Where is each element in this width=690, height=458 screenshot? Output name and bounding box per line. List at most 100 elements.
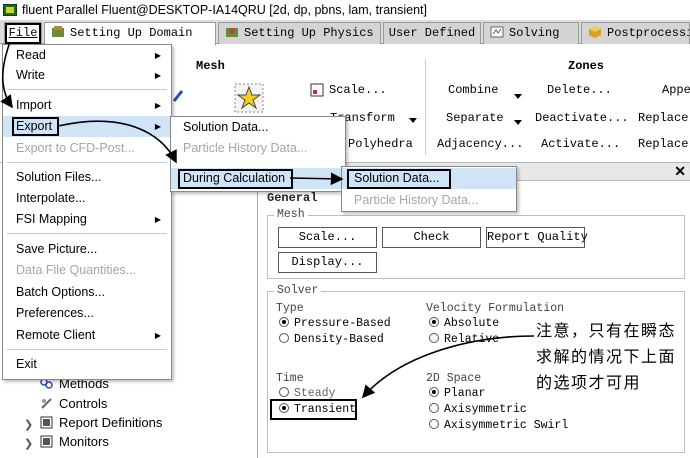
submenu-arrow-icon: ▶ xyxy=(154,215,161,224)
tree-item-report-definitions[interactable]: Report Definitions xyxy=(40,415,162,433)
replace-button[interactable]: Replace xyxy=(638,111,688,125)
menu-item-save-picture[interactable]: Save Picture... xyxy=(3,239,171,260)
mesh-star-icon[interactable] xyxy=(234,83,264,113)
mesh-legend: Mesh xyxy=(274,208,308,221)
radio-dot xyxy=(279,387,289,397)
adjacency-button[interactable]: Adjacency... xyxy=(437,137,523,151)
fluent-app-icon xyxy=(3,4,17,16)
menu-separator xyxy=(7,349,167,350)
combine-dropdown-arrow[interactable] xyxy=(514,94,522,99)
menu-item-read[interactable]: Read ▶ xyxy=(3,45,171,66)
radio-dot xyxy=(279,333,289,343)
2d-space-label: 2D Space xyxy=(426,372,482,385)
pressure-based-radio[interactable]: Pressure-Based xyxy=(279,317,391,330)
menu-item-label: Batch Options... xyxy=(16,285,105,299)
menu-separator xyxy=(7,89,167,90)
export-particle-history-data[interactable]: Particle History Data... xyxy=(171,138,345,159)
tree-item-controls[interactable]: Controls xyxy=(40,396,107,414)
tree-item-monitors[interactable]: Monitors xyxy=(40,434,109,452)
submenu-arrow-icon: ▶ xyxy=(154,51,161,60)
report-quality-button[interactable]: Report Quality xyxy=(486,227,588,248)
transform-dropdown-arrow[interactable] xyxy=(409,118,417,123)
radio-dot xyxy=(429,317,439,327)
expand-caret-icon[interactable]: ❯ xyxy=(24,418,33,431)
postprocessing-icon xyxy=(589,26,601,38)
menu-item-interpolate[interactable]: Interpolate... xyxy=(3,188,171,209)
menu-item-label: Save Picture... xyxy=(16,242,98,256)
close-icon[interactable]: ✕ xyxy=(674,163,686,180)
menu-item-write[interactable]: Write ▶ xyxy=(3,65,171,86)
menu-item-export-to-cfd-post[interactable]: Export to CFD-Post... xyxy=(3,138,171,159)
radio-label: Absolute xyxy=(444,317,500,330)
tab-label: Setting Up Domain xyxy=(70,26,193,40)
tab-setting-up-domain[interactable]: Setting Up Domain xyxy=(44,22,216,45)
ribbon-tab-bar: File Setting Up Domain Setting Up Physic… xyxy=(0,20,690,45)
replace-button-2[interactable]: Replace xyxy=(638,137,688,151)
submenu-arrow-icon: ▶ xyxy=(154,122,161,131)
menu-item-exit[interactable]: Exit xyxy=(3,354,171,375)
export-highlight-box xyxy=(12,117,59,136)
controls-icon xyxy=(41,398,52,409)
append-button[interactable]: Appe xyxy=(662,83,690,97)
transient-highlight-box xyxy=(270,399,357,420)
menu-item-batch-options[interactable]: Batch Options... xyxy=(3,282,171,303)
export-solution-data[interactable]: Solution Data... xyxy=(171,117,345,138)
tab-solving[interactable]: Solving xyxy=(483,22,579,44)
expand-caret-icon[interactable]: ❯ xyxy=(24,437,33,450)
menu-item-label: Solution Files... xyxy=(16,170,102,184)
type-label: Type xyxy=(276,302,304,315)
menu-item-label: Interpolate... xyxy=(16,191,86,205)
delete-button[interactable]: Delete... xyxy=(547,83,612,97)
menu-item-label: Read xyxy=(16,48,46,62)
tab-postprocessing[interactable]: Postprocessi xyxy=(581,22,690,44)
solution-data-highlight-box xyxy=(347,169,451,189)
combine-button[interactable]: Combine xyxy=(448,83,498,97)
annotation-note: 注意，只有在瞬态求解的情况下上面的选项才可用 xyxy=(536,321,677,392)
file-highlight-box xyxy=(5,23,41,44)
menu-separator xyxy=(7,233,167,234)
axisymmetric-radio[interactable]: Axisymmetric xyxy=(429,403,527,416)
tree-item-label: Monitors xyxy=(59,434,109,449)
axisymmetric-swirl-radio[interactable]: Axisymmetric Swirl xyxy=(429,419,568,432)
mesh-group-title: Mesh xyxy=(196,59,225,73)
density-based-radio[interactable]: Density-Based xyxy=(279,333,384,346)
separate-button[interactable]: Separate xyxy=(446,111,504,125)
domain-icon xyxy=(52,26,64,37)
polyhedra-button[interactable]: Polyhedra xyxy=(348,137,413,151)
mesh-display-button[interactable]: Display... xyxy=(278,252,377,273)
radio-dot xyxy=(429,403,439,413)
relative-radio[interactable]: Relative xyxy=(429,333,499,346)
separate-dropdown-arrow[interactable] xyxy=(514,120,522,125)
scale-icon xyxy=(310,83,324,97)
menu-separator xyxy=(7,162,167,163)
menu-item-remote-client[interactable]: Remote Client ▶ xyxy=(3,325,171,346)
tab-file[interactable]: File xyxy=(4,22,42,44)
file-menu: Read ▶ Write ▶ Import ▶ Export ▶ Export to C… xyxy=(2,44,172,380)
during-particle-history-data[interactable]: Particle History Data... xyxy=(342,190,516,211)
mesh-scale-button[interactable]: Scale... xyxy=(278,227,377,248)
absolute-radio[interactable]: Absolute xyxy=(429,317,499,330)
check-button[interactable]: Check xyxy=(382,227,481,248)
menu-item-data-file-quantities[interactable]: Data File Quantities... xyxy=(3,260,171,281)
menu-item-label: Exit xyxy=(16,357,37,371)
solver-legend: Solver xyxy=(274,284,322,297)
menu-item-fsi-mapping[interactable]: FSI Mapping ▶ xyxy=(3,209,171,230)
mesh-pencil-icon xyxy=(172,90,184,102)
activate-button[interactable]: Activate... xyxy=(541,137,620,151)
deactivate-button[interactable]: Deactivate... xyxy=(535,111,629,125)
physics-icon xyxy=(226,28,238,37)
menu-item-label: Write xyxy=(16,68,45,82)
menu-item-solution-files[interactable]: Solution Files... xyxy=(3,167,171,188)
scale-button[interactable]: Scale... xyxy=(329,83,387,97)
menu-item-label: Export to CFD-Post... xyxy=(16,141,135,155)
tab-setting-up-physics[interactable]: Setting Up Physics xyxy=(218,22,381,44)
menu-item-label: Preferences... xyxy=(16,306,94,320)
menu-item-export[interactable]: Export ▶ xyxy=(3,116,171,137)
tab-user-defined[interactable]: User Defined xyxy=(383,22,481,44)
export-submenu: Solution Data... Particle History Data..… xyxy=(170,116,346,192)
zones-group-title: Zones xyxy=(568,59,605,73)
menu-item-preferences[interactable]: Preferences... xyxy=(3,303,171,324)
menu-item-import[interactable]: Import ▶ xyxy=(3,95,171,116)
tab-label: User Defined xyxy=(388,26,476,40)
planar-radio[interactable]: Planar xyxy=(429,387,485,400)
